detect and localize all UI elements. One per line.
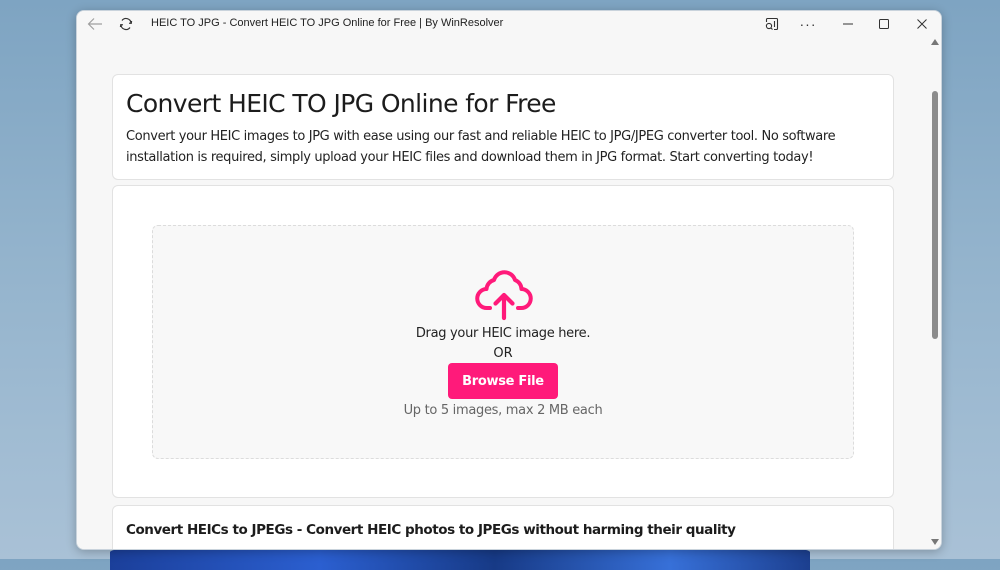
refresh-button[interactable]	[115, 15, 137, 33]
minimize-button[interactable]	[837, 15, 859, 33]
intro-description: Convert your HEIC images to JPG with eas…	[126, 129, 836, 165]
upload-limit-text: Up to 5 images, max 2 MB each	[403, 403, 603, 418]
maximize-button[interactable]	[873, 15, 895, 33]
scroll-up-arrow-icon[interactable]	[931, 39, 939, 45]
browse-file-button[interactable]: Browse File	[448, 363, 558, 399]
info-heading: Convert HEICs to JPEGs - Convert HEIC ph…	[126, 522, 736, 538]
window-title: HEIC TO JPG - Convert HEIC TO JPG Online…	[151, 17, 504, 29]
or-separator: OR	[493, 346, 513, 361]
more-button[interactable]: ···	[797, 15, 819, 33]
drag-instruction: Drag your HEIC image here.	[415, 326, 591, 341]
cast-button[interactable]	[761, 15, 783, 33]
info-card: Convert HEICs to JPEGs - Convert HEIC ph…	[112, 505, 894, 549]
page-content: Convert HEIC TO JPG Online for Free Conv…	[77, 37, 929, 549]
arrow-left-icon	[87, 18, 102, 30]
browser-window: HEIC TO JPG - Convert HEIC TO JPG Online…	[76, 10, 942, 550]
maximize-icon	[879, 19, 889, 29]
close-icon	[917, 19, 927, 29]
refresh-icon	[119, 17, 133, 31]
minimize-icon	[843, 23, 853, 25]
page-title: Convert HEIC TO JPG Online for Free	[126, 89, 556, 118]
drop-zone[interactable]: Drag your HEIC image here. OR Browse Fil…	[152, 225, 854, 459]
intro-card: Convert HEIC TO JPG Online for Free Conv…	[112, 74, 894, 180]
cast-icon	[765, 17, 779, 31]
vertical-scrollbar[interactable]	[929, 37, 941, 549]
more-icon: ···	[799, 16, 817, 32]
scroll-thumb[interactable]	[932, 91, 938, 339]
scroll-down-arrow-icon[interactable]	[931, 539, 939, 545]
back-button[interactable]	[83, 15, 107, 33]
close-button[interactable]	[911, 15, 933, 33]
cloud-upload-icon	[475, 270, 533, 321]
title-bar: HEIC TO JPG - Convert HEIC TO JPG Online…	[77, 11, 941, 37]
upload-card: Drag your HEIC image here. OR Browse Fil…	[112, 185, 894, 498]
